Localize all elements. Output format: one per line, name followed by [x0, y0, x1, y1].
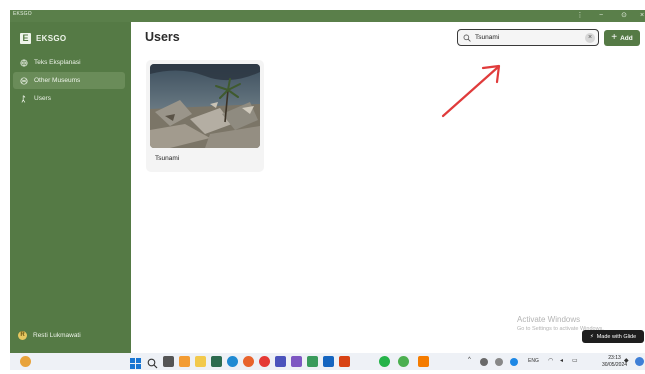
- app-icon[interactable]: [307, 356, 318, 367]
- file-explorer-icon[interactable]: [195, 356, 206, 367]
- chrome-alt-icon[interactable]: [398, 356, 409, 367]
- search-icon: [463, 34, 471, 42]
- firefox-icon[interactable]: [243, 356, 254, 367]
- window-title: EKSGO: [13, 11, 32, 17]
- sidebar-nav: Teks Eksplanasi Other Museums Users: [13, 54, 125, 108]
- sidebar-item-label: Other Museums: [34, 77, 81, 84]
- bolt-icon: ⚡: [589, 333, 594, 340]
- word-icon[interactable]: [323, 356, 334, 367]
- copilot-icon[interactable]: [635, 357, 644, 366]
- volume-icon[interactable]: ◂: [560, 357, 563, 364]
- sidebar-item-label: Teks Eksplanasi: [34, 59, 81, 66]
- main-content: Users × + Add: [131, 22, 645, 353]
- cursor-icon: [20, 94, 28, 103]
- language-indicator[interactable]: ENG: [528, 358, 539, 364]
- watermark-title: Activate Windows: [517, 315, 581, 324]
- restore-button[interactable]: ⊙: [617, 10, 631, 22]
- page-title: Users: [145, 30, 180, 44]
- close-button[interactable]: ×: [635, 10, 645, 22]
- search-box[interactable]: ×: [457, 29, 599, 46]
- add-button-label: Add: [620, 34, 633, 42]
- edge-icon[interactable]: [227, 356, 238, 367]
- plus-icon: +: [611, 32, 618, 43]
- made-with-glide-badge[interactable]: ⚡ Made with Glide: [582, 330, 644, 343]
- minimize-button[interactable]: −: [594, 10, 608, 22]
- tray-app-icon[interactable]: [510, 358, 518, 366]
- item-card[interactable]: Tsunami: [146, 60, 264, 172]
- app-icon[interactable]: [418, 356, 429, 367]
- powerpoint-icon[interactable]: [339, 356, 350, 367]
- notification-icon[interactable]: ◆: [624, 357, 629, 364]
- weather-icon[interactable]: [20, 356, 31, 367]
- wifi-icon[interactable]: ◠: [548, 357, 553, 364]
- brand-logo: E: [20, 32, 31, 44]
- brand-name: EKSGO: [36, 33, 67, 43]
- card-image: [150, 64, 260, 148]
- sidebar-item-teks-eksplanasi[interactable]: Teks Eksplanasi: [13, 54, 125, 71]
- user-profile[interactable]: R Resti Lukmawati: [18, 331, 81, 340]
- annotation-arrow-icon: [441, 64, 501, 118]
- globe-alt-icon: [20, 76, 28, 85]
- sidebar-item-other-museums[interactable]: Other Museums: [13, 72, 125, 89]
- avatar: R: [18, 331, 27, 340]
- tray-app-icon[interactable]: [495, 358, 503, 366]
- search-input[interactable]: [475, 34, 585, 41]
- start-button[interactable]: [130, 356, 141, 369]
- sidebar-item-users[interactable]: Users: [13, 90, 125, 107]
- whatsapp-icon[interactable]: [379, 356, 390, 367]
- user-name: Resti Lukmawati: [33, 332, 81, 339]
- app-icon[interactable]: [211, 356, 222, 367]
- task-view-icon[interactable]: [163, 356, 174, 367]
- tray-app-icon[interactable]: [480, 358, 488, 366]
- taskbar: ^ ENG ◠ ◂ ▭ 23:13 30/05/2024 ◆: [10, 353, 645, 370]
- teams-icon[interactable]: [275, 356, 286, 367]
- taskbar-search-icon[interactable]: [147, 356, 158, 369]
- sidebar: E EKSGO Teks Eksplanasi Other Museums Us…: [10, 22, 131, 353]
- app-icon[interactable]: [291, 356, 302, 367]
- menu-dots-icon[interactable]: ⋮: [573, 10, 587, 22]
- battery-icon[interactable]: ▭: [572, 357, 578, 364]
- add-button[interactable]: + Add: [604, 30, 640, 46]
- chrome-icon[interactable]: [259, 356, 270, 367]
- tray-chevron-icon[interactable]: ^: [468, 357, 471, 363]
- brand[interactable]: E EKSGO: [20, 32, 66, 44]
- sidebar-item-label: Users: [34, 95, 51, 102]
- glide-label: Made with Glide: [596, 333, 637, 340]
- card-label: Tsunami: [155, 155, 180, 162]
- clear-search-button[interactable]: ×: [585, 33, 595, 43]
- window-titlebar: EKSGO ⋮ − ⊙ ×: [10, 10, 645, 22]
- globe-icon: [20, 58, 28, 67]
- app-icon[interactable]: [179, 356, 190, 367]
